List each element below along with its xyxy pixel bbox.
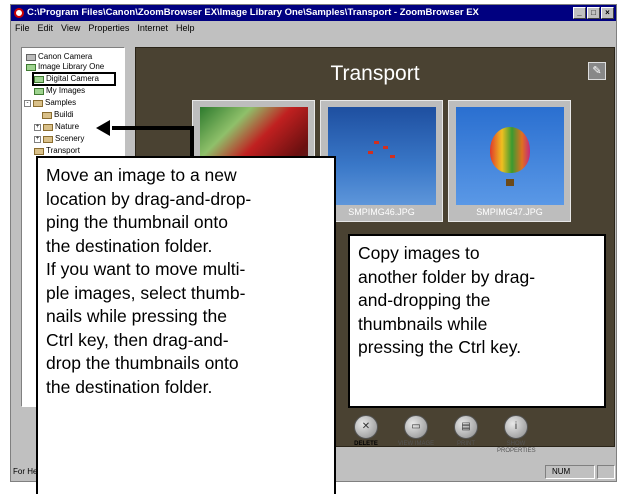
show-properties-button[interactable]: i SHOW PROPERTIES (497, 415, 536, 455)
tree-item-label: Buildi (54, 110, 74, 119)
tree-item-label: Transport (46, 146, 80, 155)
menu-file[interactable]: File (15, 21, 30, 36)
folder-icon (42, 111, 52, 119)
window-title: C:\Program Files\Canon\ZoomBrowser EX\Im… (27, 7, 479, 18)
tree-item-label: My Images (46, 86, 86, 95)
tree-item-label: Samples (45, 98, 77, 107)
callout-line: ple images, select thumb- (46, 282, 246, 303)
callout-line: the destination folder. (46, 376, 213, 397)
callout-line: drop the thumbnails onto (46, 353, 239, 373)
tree-item-buildings[interactable]: Buildi (42, 110, 74, 120)
folder-icon (34, 75, 44, 83)
callout-line: the destination folder. (46, 235, 213, 256)
callout-line: thumbnails while (358, 313, 488, 334)
balloon (490, 127, 530, 173)
num-lock-label: NUM (552, 467, 571, 476)
tree-item-transport[interactable]: Transport (34, 146, 80, 156)
menu-help[interactable]: Help (176, 21, 195, 36)
app-icon[interactable] (14, 8, 24, 18)
callout-line: Ctrl key, then drag-and- (46, 329, 229, 350)
thumbnail[interactable]: SMPIMG46.JPG (320, 100, 443, 222)
callout-line: If you want to move multi- (46, 259, 246, 279)
status-pane (597, 465, 615, 479)
expand-icon[interactable]: + (34, 123, 41, 131)
menu-internet[interactable]: Internet (137, 21, 168, 36)
callout-line: pressing the Ctrl key. (358, 337, 522, 357)
camera-icon (26, 53, 36, 61)
folder-icon (43, 135, 53, 143)
tree-item-digital-camera[interactable]: Digital Camera (32, 72, 116, 86)
callout-line: another folder by drag- (358, 266, 536, 287)
view-image-button[interactable]: ▭ VIEW IMAGE (397, 415, 435, 455)
minimize-button[interactable]: _ (573, 7, 586, 19)
menu-bar: File Edit View Properties Internet Help (11, 21, 616, 36)
folder-icon (43, 123, 53, 131)
delete-button[interactable]: ✕ DELETE (347, 415, 385, 455)
folder-title: Transport (330, 62, 420, 85)
callout-move-images: Move an image to a new location by drag-… (36, 156, 336, 494)
tree-item-label: Image Library One (38, 62, 105, 71)
folder-icon (33, 99, 43, 107)
jet (368, 151, 373, 154)
menu-view[interactable]: View (61, 21, 80, 36)
callout-line: Copy images to (358, 243, 480, 263)
callout-line: location by drag-and-drop- (46, 188, 252, 209)
callout-line: Move an image to a new (46, 165, 237, 185)
tree-item-label: Canon Camera (38, 52, 93, 61)
action-toolbar: ✕ DELETE ▭ VIEW IMAGE ▤ PRINT i SHOW PRO… (347, 415, 536, 455)
menu-properties[interactable]: Properties (88, 21, 129, 36)
tree-item-label: Nature (55, 122, 80, 131)
tree-item-scenery[interactable]: + Scenery (34, 134, 84, 144)
close-button[interactable]: × (601, 7, 614, 19)
jet (390, 155, 395, 158)
folder-icon (34, 147, 44, 155)
button-label: DELETE (354, 441, 378, 447)
folder-icon (34, 87, 44, 95)
tree-item-image-library-one[interactable]: Image Library One (26, 62, 104, 72)
thumbnail[interactable]: SMPIMG47.JPG (448, 100, 571, 222)
print-icon: ▤ (454, 415, 478, 439)
print-button[interactable]: ▤ PRINT (447, 415, 485, 455)
tree-item-label: Digital Camera (46, 74, 99, 83)
menu-edit[interactable]: Edit (38, 21, 54, 36)
tree-item-samples[interactable]: - Samples (24, 98, 76, 108)
delete-icon: ✕ (354, 415, 378, 439)
jet (383, 146, 388, 149)
expand-icon[interactable]: + (34, 135, 41, 143)
callout-line: ping the thumbnail onto (46, 212, 228, 232)
tree-item-nature[interactable]: + Nature (34, 122, 79, 132)
num-lock-indicator: NUM (545, 465, 595, 479)
tree-item-label: Scenery (55, 134, 85, 143)
button-label: VIEW IMAGE (397, 441, 435, 447)
view-image-icon: ▭ (404, 415, 428, 439)
callout-line: nails while pressing the (46, 306, 227, 326)
balloon-photo (456, 107, 564, 205)
button-label: PRINT (457, 441, 475, 447)
pen-icon[interactable]: ✎ (588, 62, 606, 80)
button-label: SHOW PROPERTIES (497, 441, 536, 454)
jets-photo (328, 107, 436, 205)
callout-line: and-dropping the (358, 290, 491, 310)
tree-item-canon-camera[interactable]: Canon Camera (26, 52, 92, 62)
pointer-arrow-icon (96, 120, 110, 136)
tree-item-my-images[interactable]: My Images (34, 86, 85, 96)
maximize-button[interactable]: □ (587, 7, 600, 19)
callout-pointer (112, 126, 192, 130)
basket (506, 179, 514, 186)
title-bar[interactable]: C:\Program Files\Canon\ZoomBrowser EX\Im… (11, 5, 616, 21)
thumbnail-caption: SMPIMG47.JPG (476, 207, 543, 217)
status-text: For He (13, 467, 38, 476)
collapse-icon[interactable]: - (24, 99, 31, 107)
thumbnail-caption: SMPIMG46.JPG (348, 207, 415, 217)
callout-pointer (190, 126, 194, 160)
properties-icon: i (504, 415, 528, 439)
callout-copy-images: Copy images to another folder by drag- a… (348, 234, 606, 408)
library-icon (26, 63, 36, 71)
jet (374, 141, 379, 144)
window-controls: _ □ × (573, 7, 614, 19)
